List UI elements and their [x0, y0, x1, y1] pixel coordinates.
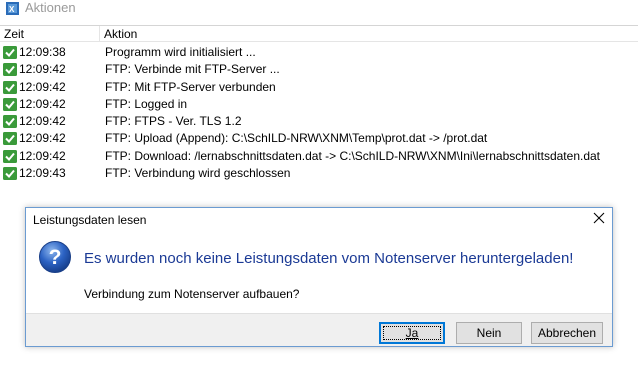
row-zeit: 12:09:43 — [19, 166, 66, 181]
row-zeit: 12:09:42 — [19, 96, 66, 111]
dialog-button-bar: Ja Nein Abbrechen — [26, 313, 612, 346]
list-item[interactable]: 12:09:42 FTP: Download: /lernabschnittsda… — [0, 148, 638, 165]
check-icon — [3, 115, 17, 129]
column-header-zeit[interactable]: Zeit — [0, 26, 100, 42]
check-icon — [3, 132, 17, 146]
check-icon — [3, 63, 17, 77]
row-aktion: FTP: Mit FTP-Server verbunden — [105, 79, 276, 94]
ja-button[interactable]: Ja — [379, 322, 445, 344]
list-rows: 12:09:38 Programm wird initialisiert ... 1… — [0, 44, 638, 182]
row-aktion: FTP: Logged in — [105, 96, 188, 111]
svg-text:X: X — [9, 5, 15, 14]
actions-list[interactable]: Zeit Aktion 12:09:38 Programm wird initia… — [0, 25, 638, 218]
dialog-title: Leistungsdaten lesen — [33, 213, 147, 227]
abbrechen-button[interactable]: Abbrechen — [531, 322, 603, 344]
check-icon — [3, 97, 17, 111]
nein-button-label: Nein — [476, 326, 502, 340]
row-zeit: 12:09:42 — [19, 131, 66, 146]
message-dialog: Leistungsdaten lesen ? Es wurden noch ke… — [25, 207, 613, 347]
list-item[interactable]: 12:09:42 FTP: FTPS - Ver. TLS 1.2 — [0, 113, 638, 130]
row-aktion: FTP: Upload (Append): C:\SchILD-NRW\XNM\… — [105, 131, 488, 146]
nein-button[interactable]: Nein — [456, 322, 522, 344]
abbrechen-button-label: Abbrechen — [537, 326, 597, 340]
row-aktion: FTP: Download: /lernabschnittsdaten.dat … — [105, 148, 601, 163]
column-header-aktion[interactable]: Aktion — [100, 26, 638, 42]
row-zeit: 12:09:42 — [19, 114, 66, 129]
list-item[interactable]: 12:09:42 FTP: Upload (Append): C:\SchILD-… — [0, 130, 638, 147]
row-aktion: Programm wird initialisiert ... — [105, 45, 256, 59]
row-aktion: FTP: Verbinde mit FTP-Server ... — [105, 62, 280, 77]
window-titlebar: X Aktionen — [0, 0, 638, 17]
row-zeit: 12:09:42 — [19, 62, 66, 77]
list-item[interactable]: 12:09:42 FTP: Logged in — [0, 96, 638, 113]
row-zeit: 12:09:42 — [19, 79, 66, 94]
focus-rect — [383, 326, 441, 340]
question-icon: ? — [39, 241, 71, 273]
list-item[interactable]: 12:09:42 FTP: Verbinde mit FTP-Server ... — [0, 61, 638, 78]
check-icon — [3, 46, 17, 59]
close-icon[interactable] — [592, 211, 606, 225]
dialog-content-text: Verbindung zum Notenserver aufbauen? — [84, 287, 300, 301]
row-zeit: 12:09:38 — [19, 45, 66, 59]
check-icon — [3, 80, 17, 94]
list-item[interactable]: 12:09:38 Programm wird initialisiert ... — [0, 44, 638, 61]
row-zeit: 12:09:42 — [19, 148, 66, 163]
list-header: Zeit Aktion — [0, 25, 638, 42]
list-item[interactable]: 12:09:43 FTP: Verbindung wird geschlossen — [0, 165, 638, 182]
list-item[interactable]: 12:09:42 FTP: Mit FTP-Server verbunden — [0, 79, 638, 96]
row-aktion: FTP: FTPS - Ver. TLS 1.2 — [105, 114, 242, 129]
window-title: Aktionen — [25, 0, 76, 15]
dialog-main-instruction: Es wurden noch keine Leistungsdaten vom … — [84, 250, 574, 267]
check-icon — [3, 149, 17, 163]
check-icon — [3, 167, 17, 181]
svg-text:?: ? — [49, 246, 62, 269]
app-icon: X — [6, 2, 19, 15]
row-aktion: FTP: Verbindung wird geschlossen — [105, 166, 291, 181]
